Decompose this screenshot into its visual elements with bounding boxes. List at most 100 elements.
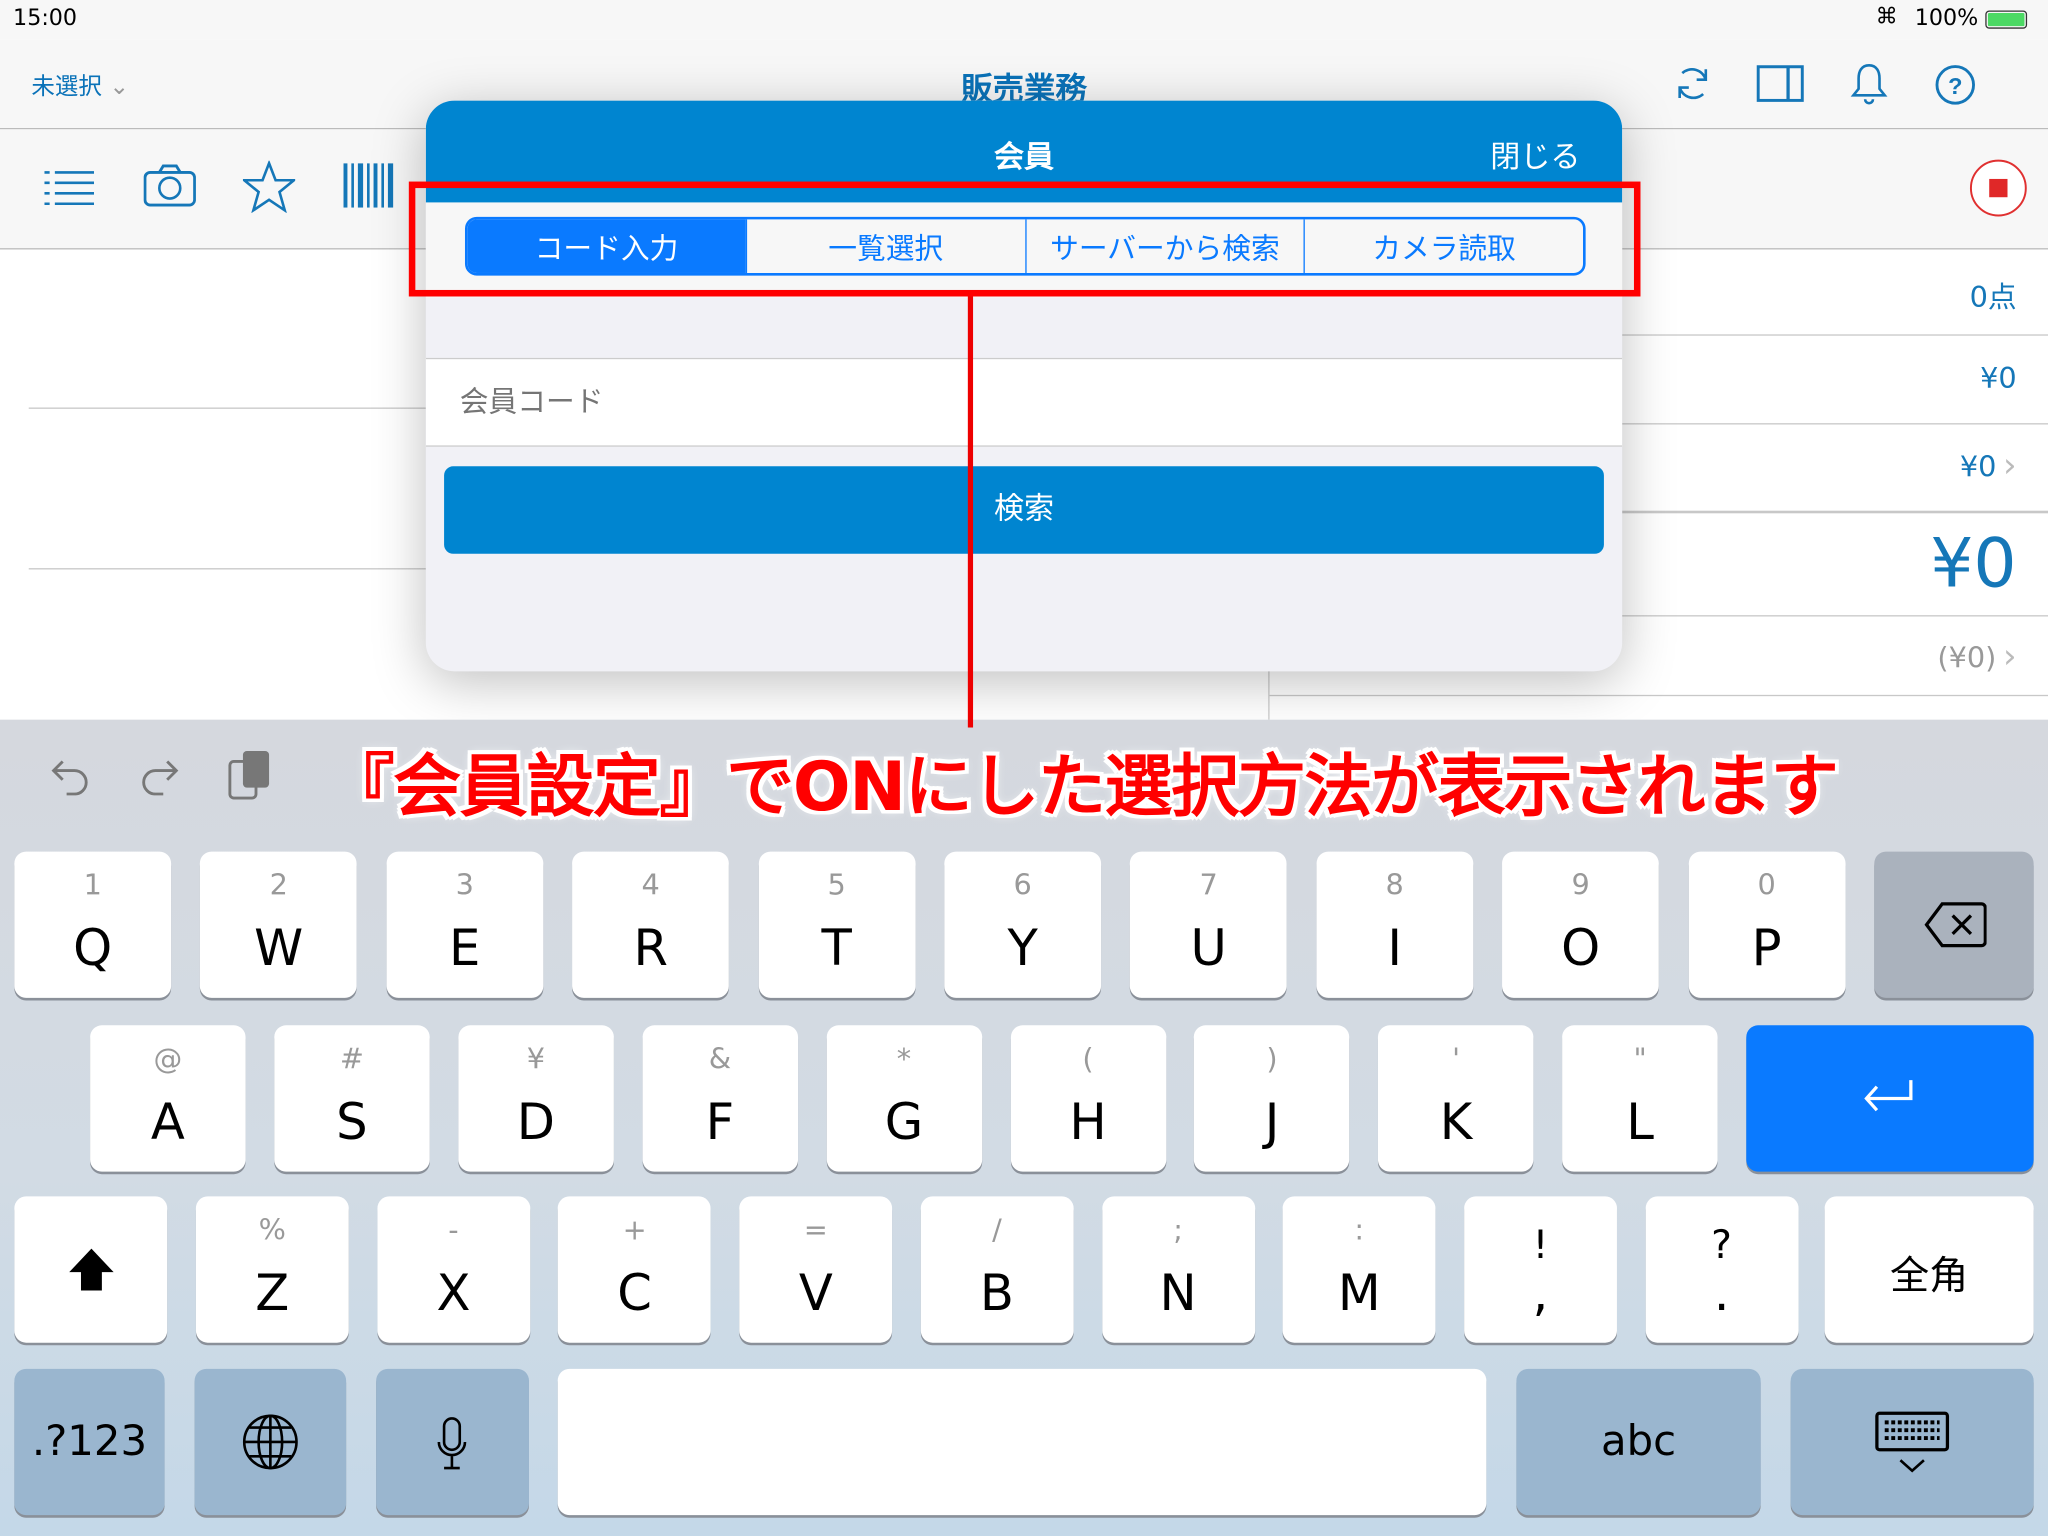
- shift-icon: [69, 1248, 114, 1291]
- key-o[interactable]: 9O: [1502, 851, 1660, 998]
- key-p[interactable]: 0P: [1688, 851, 1846, 998]
- key-label: abc: [1600, 1415, 1677, 1466]
- key-u[interactable]: 7U: [1130, 851, 1288, 998]
- battery-percent: 100%: [1914, 5, 1979, 32]
- key-label: Q: [73, 919, 113, 977]
- key-label: Z: [255, 1264, 290, 1322]
- key-q[interactable]: 1Q: [14, 851, 172, 998]
- key-x[interactable]: -X: [377, 1196, 530, 1343]
- key-e[interactable]: 3E: [386, 851, 544, 998]
- search-button[interactable]: 検索: [444, 466, 1604, 554]
- key-label: 全角: [1889, 1253, 1969, 1300]
- key-secondary-label: @: [153, 1043, 183, 1077]
- key-label: X: [436, 1264, 471, 1322]
- key-label: E: [449, 919, 481, 977]
- key-k[interactable]: ' K: [1378, 1025, 1534, 1172]
- list-icon[interactable]: [44, 168, 95, 207]
- key-t[interactable]: 5T: [758, 851, 916, 998]
- member-code-input[interactable]: [457, 372, 1586, 433]
- key-label: U: [1190, 919, 1227, 977]
- key-label: J: [1264, 1093, 1280, 1151]
- key-z[interactable]: % Z: [195, 1196, 349, 1343]
- discount-row[interactable]: ¥0 ›: [1960, 447, 2017, 486]
- help-icon[interactable]: ?: [1933, 63, 1977, 107]
- key-label: G: [884, 1093, 924, 1151]
- battery-icon: [1985, 10, 2028, 29]
- key-secondary-label: %: [258, 1214, 286, 1248]
- key-l[interactable]: " L: [1562, 1025, 1718, 1172]
- key-j[interactable]: ) J: [1194, 1025, 1350, 1172]
- shift-key[interactable]: [14, 1196, 168, 1343]
- stop-recording-button[interactable]: [1968, 158, 2028, 218]
- key-h[interactable]: (H: [1010, 1025, 1166, 1172]
- tax-row[interactable]: (¥0) ›: [1937, 637, 2016, 676]
- key-r[interactable]: 4R: [572, 851, 730, 998]
- key-d[interactable]: ¥ D: [458, 1025, 614, 1172]
- return-key[interactable]: [1746, 1025, 2034, 1172]
- key-s[interactable]: # S: [274, 1025, 430, 1172]
- key-label: B: [979, 1264, 1014, 1322]
- key-question-period[interactable]: ?.: [1645, 1196, 1798, 1343]
- backspace-icon: [1924, 902, 1987, 948]
- abc-key[interactable]: abc: [1516, 1368, 1761, 1516]
- key-i[interactable]: 8I: [1316, 851, 1474, 998]
- numbers-key[interactable]: .?123: [14, 1368, 165, 1516]
- status-time: 15:00: [13, 5, 78, 32]
- backspace-key[interactable]: [1874, 851, 2034, 998]
- star-icon[interactable]: [242, 160, 296, 213]
- key-label: ,: [1532, 1264, 1549, 1322]
- key-secondary-label: 2: [269, 869, 288, 903]
- key-m[interactable]: :M: [1282, 1196, 1436, 1343]
- key-g[interactable]: * G: [826, 1025, 982, 1172]
- key-f[interactable]: & F: [642, 1025, 798, 1172]
- key-secondary-label: 7: [1199, 869, 1218, 903]
- refresh-icon[interactable]: [1672, 63, 1714, 105]
- key-secondary-label: *: [896, 1043, 912, 1077]
- key-secondary-label: (: [1082, 1043, 1094, 1077]
- divider: [28, 568, 434, 570]
- tax-value: (¥0): [1937, 642, 1997, 676]
- status-bar: 15:00 ⌘ 100%: [0, 0, 2048, 40]
- key-a[interactable]: @ A: [90, 1025, 246, 1172]
- undo-icon[interactable]: [50, 756, 92, 796]
- dismiss-keyboard-key[interactable]: [1790, 1368, 2034, 1516]
- key-exclaim-comma[interactable]: !,: [1464, 1196, 1617, 1343]
- key-secondary-label: !: [1532, 1222, 1549, 1269]
- paste-icon[interactable]: [227, 748, 271, 800]
- globe-key[interactable]: [194, 1368, 347, 1516]
- key-secondary-label: 4: [641, 869, 660, 903]
- key-secondary-label: /: [992, 1214, 1002, 1248]
- fullwidth-key[interactable]: 全角: [1824, 1196, 2034, 1343]
- bell-icon[interactable]: [1849, 60, 1888, 107]
- key-secondary-label: :: [1354, 1214, 1365, 1248]
- key-secondary-label: -: [448, 1214, 459, 1248]
- discount-value: ¥0: [1959, 451, 1997, 485]
- camera-icon[interactable]: [143, 163, 196, 207]
- key-secondary-label: 5: [827, 869, 846, 903]
- annotation-text: 『会員設定』でONにした選択方法が表示されます: [326, 748, 1839, 827]
- key-n[interactable]: ; N: [1101, 1196, 1255, 1343]
- key-b[interactable]: / B: [920, 1196, 1074, 1343]
- key-secondary-label: 8: [1385, 869, 1404, 903]
- chevron-right-icon: ›: [2003, 446, 2017, 486]
- key-secondary-label: #: [339, 1043, 364, 1077]
- close-button[interactable]: 閉じる: [1490, 132, 1580, 176]
- key-label: .?123: [31, 1415, 148, 1466]
- key-secondary-label: &: [708, 1043, 732, 1077]
- key-c[interactable]: + C: [558, 1196, 712, 1343]
- split-view-icon[interactable]: [1756, 65, 1804, 102]
- barcode-icon[interactable]: [343, 163, 396, 208]
- key-w[interactable]: 2W: [200, 851, 358, 998]
- dictation-key[interactable]: [376, 1368, 529, 1516]
- key-label: C: [617, 1264, 652, 1322]
- redo-icon[interactable]: [138, 756, 180, 796]
- key-y[interactable]: 6Y: [944, 851, 1102, 998]
- annotation-leader-line: [967, 296, 974, 728]
- key-label: W: [254, 919, 304, 977]
- space-key[interactable]: [557, 1368, 1487, 1516]
- key-label: K: [1439, 1093, 1473, 1151]
- item-count: 0点: [1969, 282, 2017, 315]
- key-v[interactable]: = V: [739, 1196, 893, 1343]
- key-secondary-label: 9: [1571, 869, 1590, 903]
- key-secondary-label: 6: [1013, 869, 1032, 903]
